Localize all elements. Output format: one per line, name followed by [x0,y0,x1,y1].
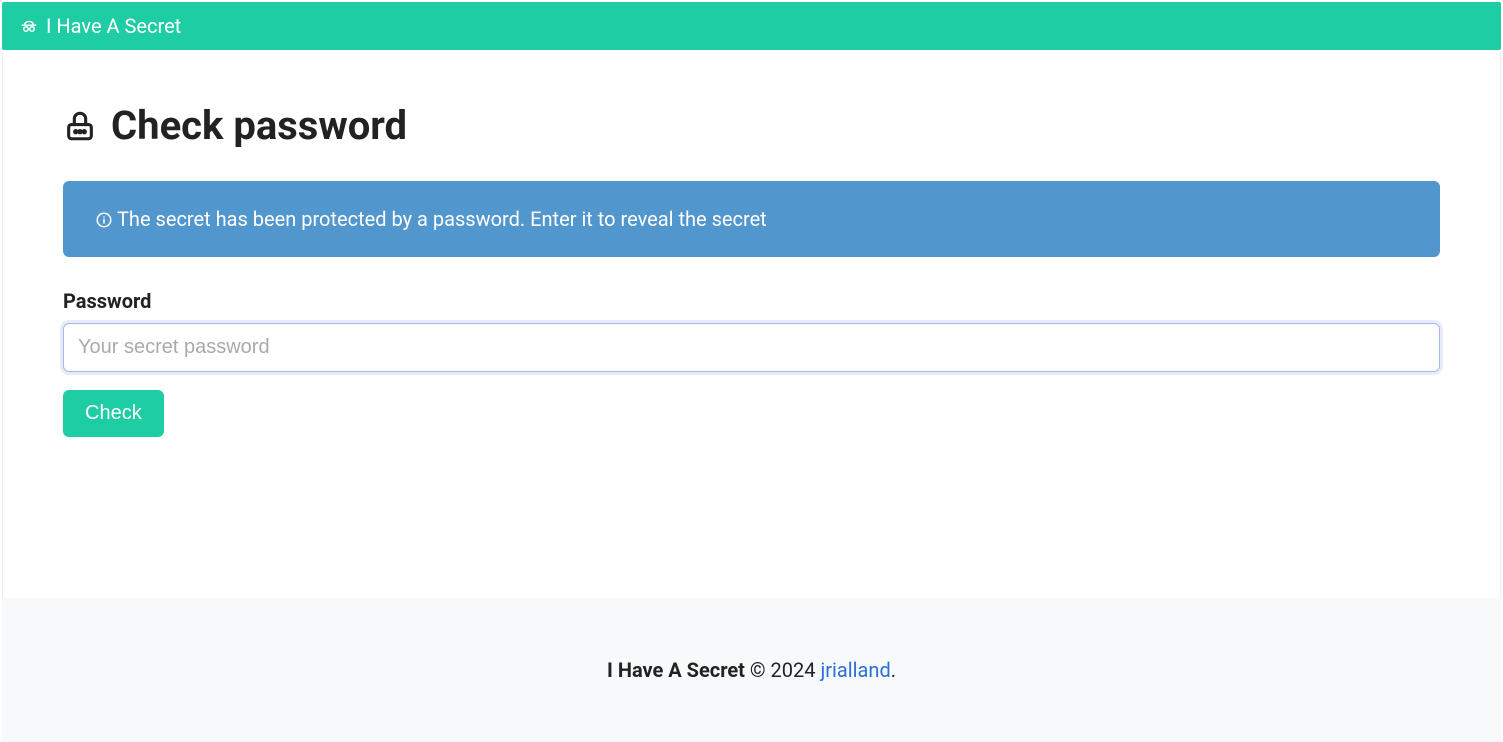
navbar: I Have A Secret [2,2,1501,50]
footer-period: . [891,658,896,682]
page-title: Check password [111,102,407,149]
check-button[interactable]: Check [63,390,164,437]
password-input[interactable] [63,323,1440,372]
footer-brand: I Have A Secret [607,658,745,682]
main-content: Check password The secret has been prote… [2,52,1501,598]
password-form: Password Check [63,289,1440,437]
info-alert: The secret has been protected by a passw… [63,181,1440,257]
navbar-title[interactable]: I Have A Secret [46,14,181,38]
footer-copyright: © 2024 [745,658,821,682]
page-title-row: Check password [63,102,1440,149]
footer: I Have A Secret © 2024 jrialland. [2,598,1501,742]
lock-icon [63,109,97,143]
info-icon [95,210,113,228]
alert-text: The secret has been protected by a passw… [117,207,767,231]
secret-agent-icon [20,17,38,35]
password-label: Password [63,289,1440,313]
footer-author-link[interactable]: jrialland [820,658,890,682]
